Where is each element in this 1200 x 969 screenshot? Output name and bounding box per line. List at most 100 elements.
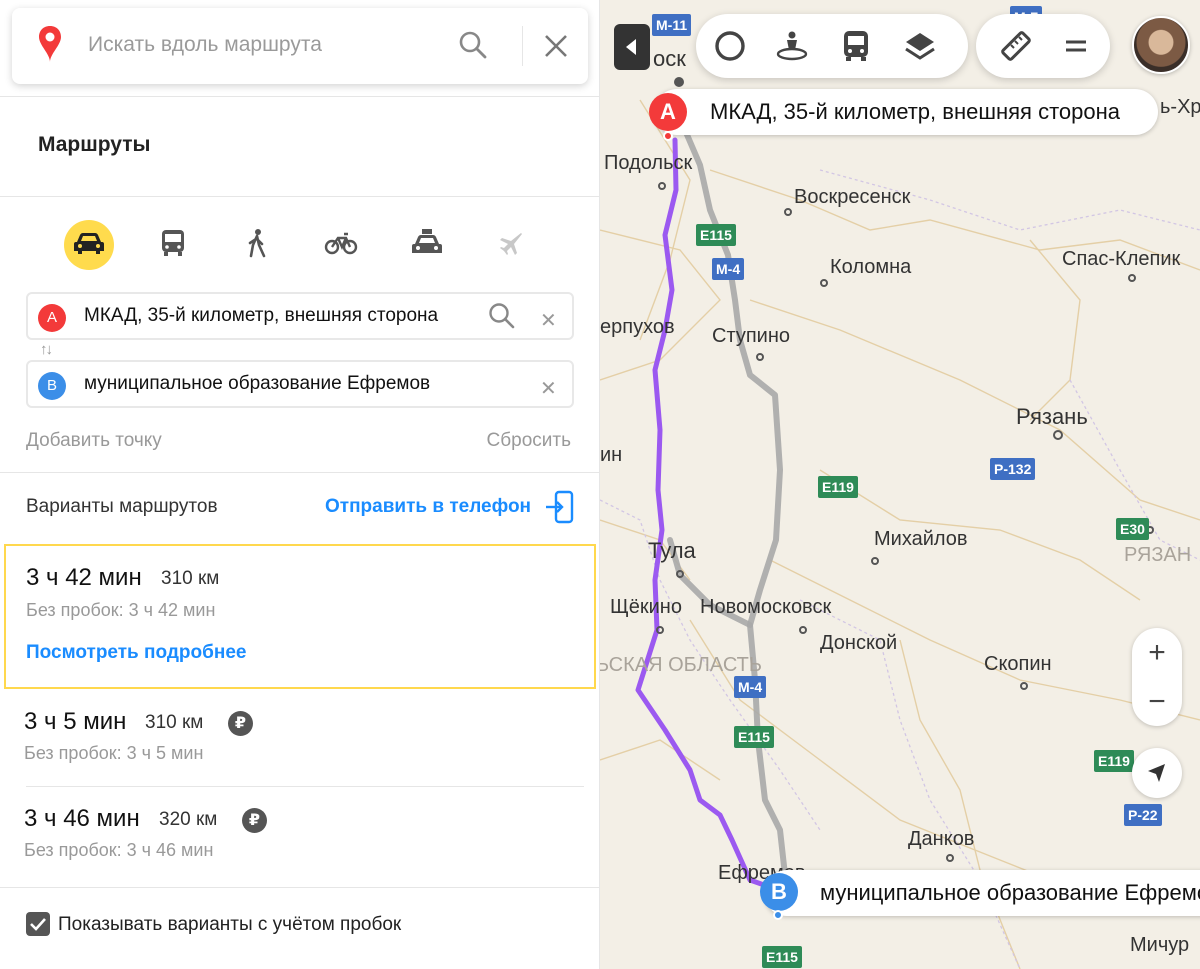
point-a-marker[interactable]: A xyxy=(649,93,687,131)
city-label: Тула xyxy=(648,538,696,563)
locate-me-button[interactable] xyxy=(1132,748,1182,798)
mode-bus-button[interactable] xyxy=(148,220,198,270)
point-a-callout[interactable]: МКАД, 35-й километр, внешняя сторона xyxy=(654,89,1158,135)
highway-shield: P-22 xyxy=(1124,804,1162,826)
highway-shield: E119 xyxy=(1094,750,1134,772)
route-distance: 310 км xyxy=(145,712,204,733)
ruler-icon[interactable] xyxy=(998,28,1034,69)
waypoint-b-badge: B xyxy=(38,372,66,400)
city-label: Скопин xyxy=(984,653,1052,675)
yandex-maps-pin-icon xyxy=(36,24,64,69)
highway-shield: M-4 xyxy=(712,258,745,280)
search-icon[interactable] xyxy=(488,302,516,335)
point-b-dot xyxy=(773,910,783,920)
highway-shield: E115 xyxy=(762,946,802,968)
route-no-traffic-time: Без пробок: 3 ч 5 мин xyxy=(24,743,204,763)
route-option-1[interactable]: 3 ч 42 мин 310 км Без пробок: 3 ч 42 мин… xyxy=(4,544,596,689)
route-no-traffic-time: Без пробок: 3 ч 46 мин xyxy=(24,840,214,860)
city-label: Донской xyxy=(820,632,898,654)
city-label: Ступино xyxy=(712,325,790,347)
region-label: ЬСКАЯ ОБЛАСТЬ xyxy=(600,654,762,676)
mode-pedestrian-button[interactable] xyxy=(232,220,282,270)
traffic-checkbox[interactable] xyxy=(26,912,50,936)
toll-road-icon: ₽ xyxy=(228,711,253,736)
map[interactable]: оск Подольск Воскресенск Коломна Спас-Кл… xyxy=(600,0,1200,969)
route-option-2[interactable]: 3 ч 5 мин 310 км ₽ Без пробок: 3 ч 5 мин xyxy=(4,690,596,786)
route-time: 3 ч 5 мин xyxy=(24,708,127,735)
route-panel: Искать вдоль маршрута Маршруты A МКАД, 3… xyxy=(0,0,600,969)
user-avatar[interactable] xyxy=(1132,16,1190,74)
city-label: Щёкино xyxy=(610,596,682,618)
toll-road-icon: ₽ xyxy=(242,808,267,833)
send-to-phone-link[interactable]: Отправить в телефон xyxy=(325,496,531,518)
collapse-panel-button[interactable] xyxy=(614,24,650,70)
zoom-out-button[interactable]: − xyxy=(1132,677,1182,726)
city-label: Рязань xyxy=(1016,404,1088,429)
close-icon[interactable] xyxy=(542,32,570,65)
map-tools-toolbar xyxy=(976,14,1110,78)
city-label: Новомосковск xyxy=(700,596,832,618)
waypoint-a-input[interactable]: МКАД, 35-й километр, внешняя сторона xyxy=(84,305,462,327)
taxi-icon xyxy=(410,228,444,263)
city-label: Коломна xyxy=(830,256,912,278)
page-title: Маршруты xyxy=(38,133,151,156)
route-time: 3 ч 46 мин xyxy=(24,805,140,832)
mode-bicycle-button[interactable] xyxy=(316,220,366,270)
transport-icon[interactable] xyxy=(838,28,874,69)
clear-icon[interactable]: ✕ xyxy=(540,308,557,333)
menu-icon[interactable] xyxy=(1058,28,1094,69)
route-no-traffic-time: Без пробок: 3 ч 42 мин xyxy=(26,600,216,620)
panorama-icon[interactable] xyxy=(774,28,810,69)
city-label: Мичур xyxy=(1130,934,1190,956)
city-label: Спас-Клепик xyxy=(1062,248,1181,270)
highway-shield: E115 xyxy=(734,726,774,748)
search-divider xyxy=(522,26,523,66)
waypoint-a-badge: A xyxy=(38,304,66,332)
city-label: ь-Хр xyxy=(1160,96,1200,118)
waypoint-a-field[interactable]: A МКАД, 35-й километр, внешняя сторона ✕ xyxy=(26,292,574,340)
mode-car-button[interactable] xyxy=(64,220,114,270)
search-box[interactable]: Искать вдоль маршрута xyxy=(12,8,588,84)
chevron-left-icon xyxy=(614,39,650,74)
waypoint-b-field[interactable]: B муниципальное образование Ефремов ✕ xyxy=(26,360,574,408)
highway-shield: E115 xyxy=(696,224,736,246)
layers-icon[interactable] xyxy=(902,28,938,69)
route-time: 3 ч 42 мин xyxy=(26,564,142,591)
route-option-3[interactable]: 3 ч 46 мин 320 км ₽ Без пробок: 3 ч 46 м… xyxy=(4,787,596,885)
car-icon xyxy=(72,230,106,261)
highway-shield: E119 xyxy=(818,476,858,498)
highway-shield: M-4 xyxy=(734,676,767,698)
send-to-phone-icon[interactable] xyxy=(544,490,574,529)
city-label: ин xyxy=(600,444,623,466)
swap-icon[interactable]: ↑↓ xyxy=(40,341,53,358)
highway-shield: P-132 xyxy=(990,458,1036,480)
route-distance: 320 км xyxy=(159,809,218,830)
clear-icon[interactable]: ✕ xyxy=(540,376,557,401)
route-distance: 310 км xyxy=(161,568,220,589)
add-point-button[interactable]: Добавить точку xyxy=(26,430,162,452)
navigation-arrow-icon xyxy=(1132,764,1182,802)
divider xyxy=(0,96,600,97)
city-label: ерпухов xyxy=(600,316,675,338)
highway-shield: M-11 xyxy=(652,14,692,36)
route-details-link[interactable]: Посмотреть подробнее xyxy=(26,642,246,664)
mode-taxi-button[interactable] xyxy=(402,220,452,270)
divider xyxy=(0,472,600,473)
search-input[interactable]: Искать вдоль маршрута xyxy=(88,33,322,57)
waypoint-b-input[interactable]: муниципальное образование Ефремов xyxy=(84,373,462,395)
alice-icon[interactable] xyxy=(712,28,748,69)
city-label: Воскресенск xyxy=(794,186,911,208)
reset-button[interactable]: Сбросить xyxy=(487,430,571,452)
zoom-in-button[interactable]: + xyxy=(1132,628,1182,677)
point-b-marker[interactable]: B xyxy=(760,873,798,911)
pedestrian-icon xyxy=(245,228,269,263)
zoom-control: + − xyxy=(1132,628,1182,726)
point-b-callout[interactable]: муниципальное образование Ефремов xyxy=(764,870,1200,916)
map-layers-toolbar xyxy=(696,14,968,78)
plane-icon xyxy=(497,229,525,262)
variants-title: Варианты маршрутов xyxy=(26,496,218,517)
map-base xyxy=(600,77,1200,969)
search-icon[interactable] xyxy=(458,30,488,65)
region-label: РЯЗАН xyxy=(1124,544,1192,566)
mode-plane-button[interactable] xyxy=(486,220,536,270)
